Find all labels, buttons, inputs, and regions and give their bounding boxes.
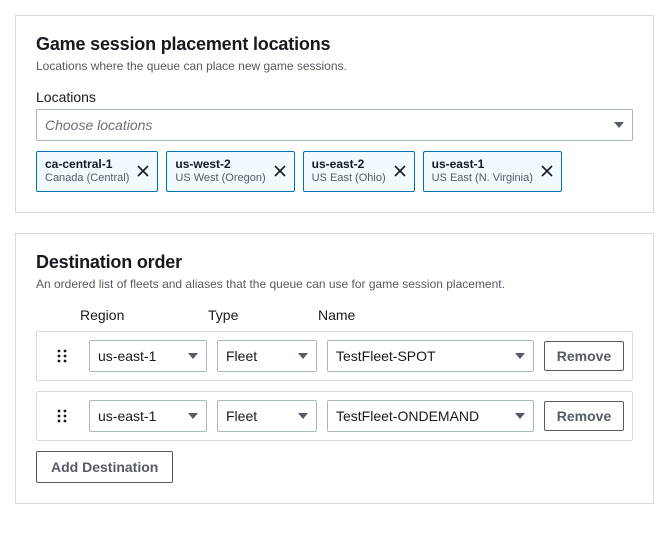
caret-down-icon	[515, 413, 525, 419]
name-value: TestFleet-SPOT	[336, 348, 436, 364]
location-token: us-east-2 US East (Ohio)	[303, 151, 415, 192]
remove-token-button[interactable]	[135, 163, 151, 179]
caret-down-icon	[298, 413, 308, 419]
drag-handle-icon[interactable]	[56, 408, 68, 424]
placement-locations-panel: Game session placement locations Locatio…	[15, 15, 654, 213]
location-code: ca-central-1	[45, 157, 129, 171]
type-value: Fleet	[226, 348, 257, 364]
caret-down-icon	[515, 353, 525, 359]
location-token: us-east-1 US East (N. Virginia)	[423, 151, 562, 192]
region-select[interactable]: us-east-1	[89, 340, 207, 372]
remove-destination-button[interactable]: Remove	[544, 401, 624, 431]
location-desc: Canada (Central)	[45, 172, 129, 185]
location-token: ca-central-1 Canada (Central)	[36, 151, 158, 192]
type-header: Type	[208, 307, 308, 323]
panel-header: Game session placement locations Locatio…	[16, 16, 653, 89]
location-code: us-east-1	[432, 157, 533, 171]
destination-subtitle: An ordered list of fleets and aliases th…	[36, 277, 633, 291]
type-value: Fleet	[226, 408, 257, 424]
caret-down-icon	[188, 353, 198, 359]
location-code: us-west-2	[175, 157, 265, 171]
locations-label: Locations	[36, 89, 633, 105]
region-header: Region	[80, 307, 198, 323]
name-select[interactable]: TestFleet-SPOT	[327, 340, 534, 372]
destination-row: us-east-1 Fleet TestFleet-SPOT	[36, 331, 633, 381]
name-select[interactable]: TestFleet-ONDEMAND	[327, 400, 534, 432]
region-value: us-east-1	[98, 348, 156, 364]
destination-order-panel: Destination order An ordered list of fle…	[15, 233, 654, 504]
type-select[interactable]: Fleet	[217, 340, 317, 372]
destination-header-row: Region Type Name	[36, 307, 633, 323]
name-value: TestFleet-ONDEMAND	[336, 408, 479, 424]
remove-destination-button[interactable]: Remove	[544, 341, 624, 371]
region-select[interactable]: us-east-1	[89, 400, 207, 432]
destination-title: Destination order	[36, 252, 633, 273]
locations-placeholder: Choose locations	[45, 117, 152, 133]
locations-token-row: ca-central-1 Canada (Central) us-west-2 …	[36, 151, 633, 192]
location-code: us-east-2	[312, 157, 386, 171]
location-desc: US East (Ohio)	[312, 172, 386, 185]
locations-select[interactable]: Choose locations	[36, 109, 633, 141]
caret-down-icon	[188, 413, 198, 419]
placement-title: Game session placement locations	[36, 34, 633, 55]
remove-token-button[interactable]	[539, 163, 555, 179]
remove-token-button[interactable]	[392, 163, 408, 179]
add-destination-button[interactable]: Add Destination	[36, 451, 173, 483]
placement-subtitle: Locations where the queue can place new …	[36, 59, 633, 73]
remove-token-button[interactable]	[272, 163, 288, 179]
location-desc: US West (Oregon)	[175, 172, 265, 185]
panel-body: Region Type Name us-	[16, 307, 653, 503]
caret-down-icon	[298, 353, 308, 359]
location-token: us-west-2 US West (Oregon)	[166, 151, 294, 192]
drag-handle-icon[interactable]	[56, 348, 68, 364]
region-value: us-east-1	[98, 408, 156, 424]
destination-row: us-east-1 Fleet TestFleet-ONDEMAND	[36, 391, 633, 441]
location-desc: US East (N. Virginia)	[432, 172, 533, 185]
type-select[interactable]: Fleet	[217, 400, 317, 432]
name-header: Name	[318, 307, 543, 323]
panel-header: Destination order An ordered list of fle…	[16, 234, 653, 307]
caret-down-icon	[614, 122, 624, 128]
panel-body: Locations Choose locations ca-central-1 …	[16, 89, 653, 212]
